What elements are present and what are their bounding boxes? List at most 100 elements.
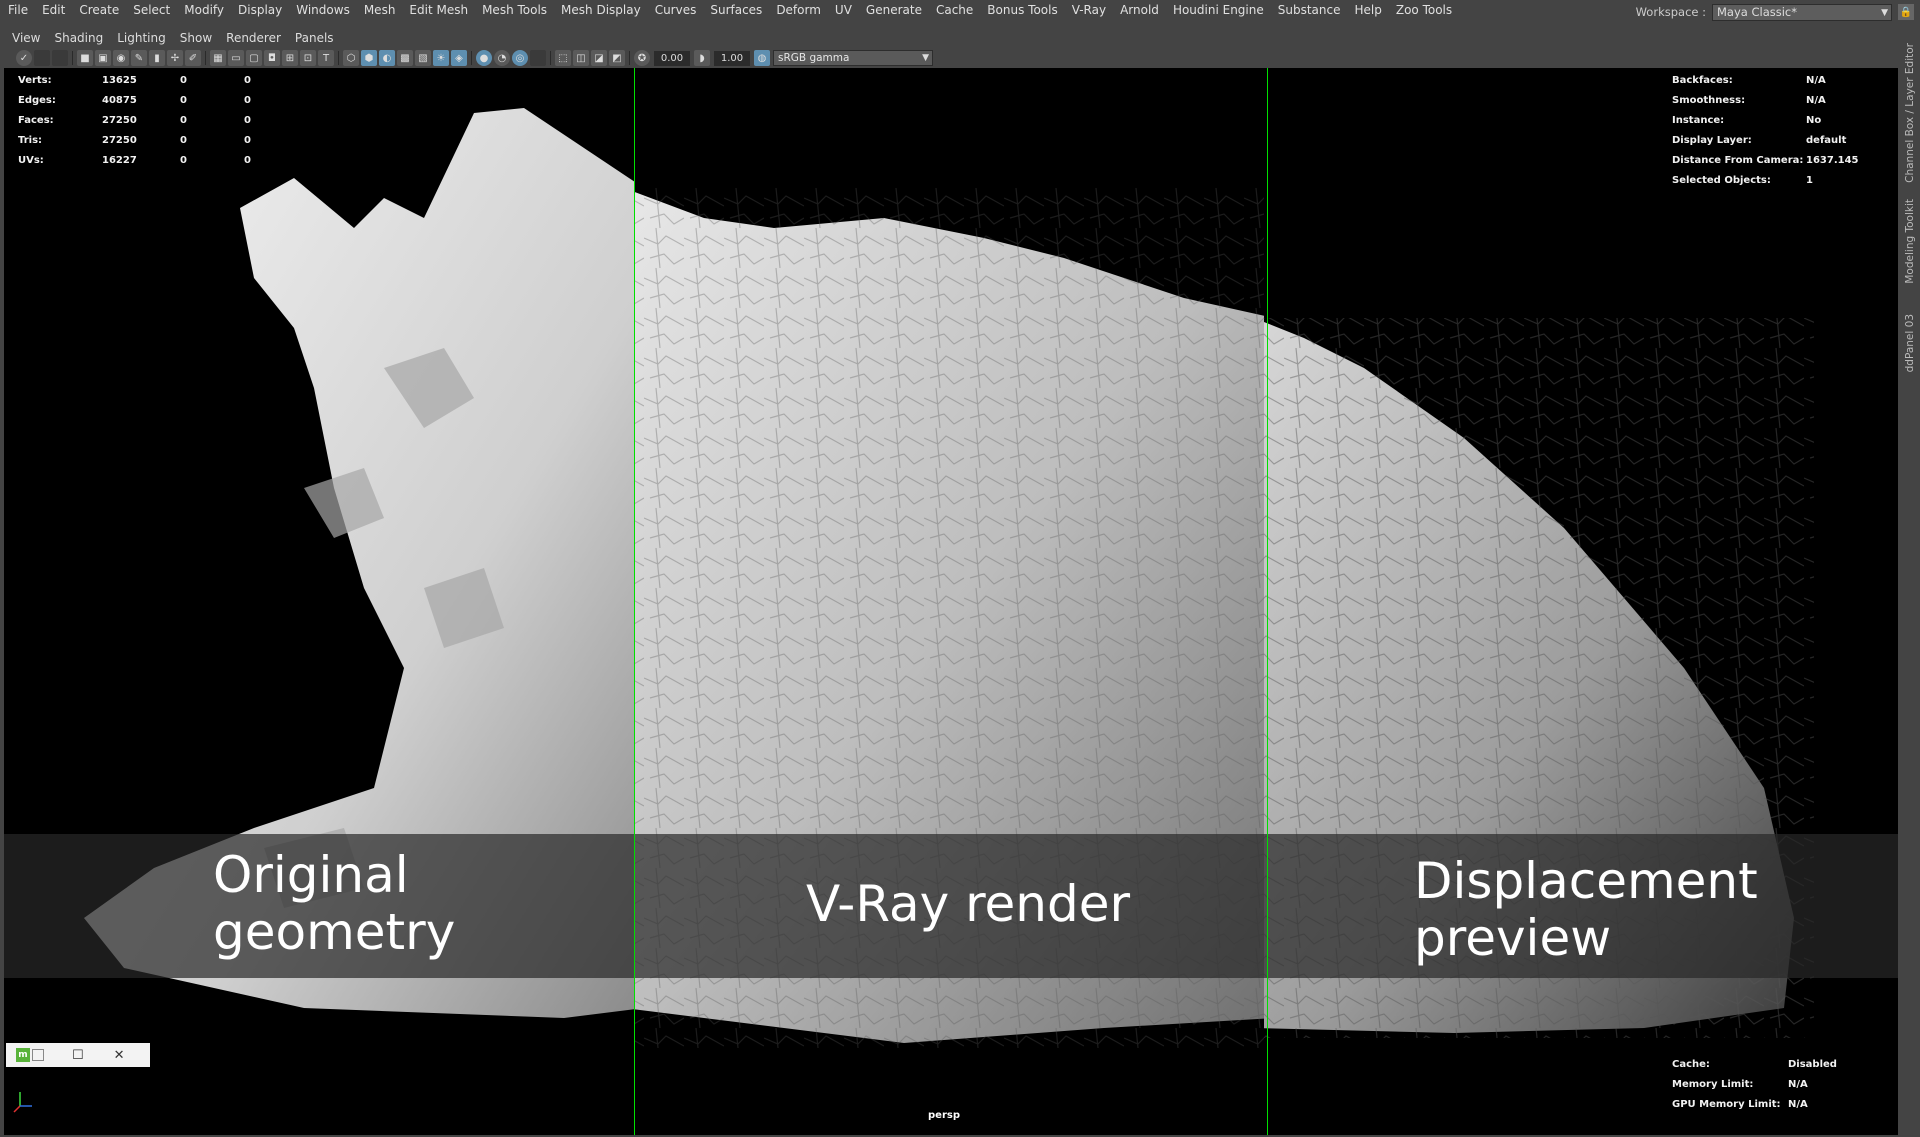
menu-select[interactable]: Select [126, 3, 177, 17]
menu-mesh-display[interactable]: Mesh Display [554, 3, 648, 17]
workspace-lock-icon[interactable]: 🔒 [1898, 4, 1914, 20]
field-chart-icon[interactable]: ⊞ [282, 50, 298, 66]
menu-generate[interactable]: Generate [859, 3, 929, 17]
menu-file[interactable]: File [0, 3, 35, 17]
hud-v1: 16227 [102, 154, 137, 166]
right-side-tabs: Channel Box / Layer Editor Modeling Tool… [1900, 20, 1920, 1137]
exposure-field[interactable]: 0.00 [654, 50, 690, 66]
screen-space-ao-icon[interactable]: ● [476, 50, 492, 66]
select-camera-icon[interactable]: ✓ [16, 50, 32, 66]
hud-value: N/A [1788, 1078, 1808, 1090]
menu-houdini-engine[interactable]: Houdini Engine [1166, 3, 1271, 17]
view-transform-icon[interactable]: ◍ [754, 50, 770, 66]
menu-zoo-tools[interactable]: Zoo Tools [1389, 3, 1459, 17]
caption-left-line2: geometry [213, 903, 456, 961]
menu-cache[interactable]: Cache [929, 3, 980, 17]
tab-modeling-toolkit[interactable]: Modeling Toolkit [1902, 196, 1918, 286]
menu-v-ray[interactable]: V-Ray [1065, 3, 1113, 17]
menu-help[interactable]: Help [1348, 3, 1389, 17]
separator [550, 51, 551, 65]
hud-label: Display Layer: [1672, 134, 1752, 146]
anti-aliasing-icon[interactable]: ◎ [512, 50, 528, 66]
menu-arnold[interactable]: Arnold [1113, 3, 1166, 17]
menu-curves[interactable]: Curves [648, 3, 704, 17]
menu-surfaces[interactable]: Surfaces [703, 3, 769, 17]
menu-modify[interactable]: Modify [177, 3, 231, 17]
menu-display[interactable]: Display [231, 3, 289, 17]
gamma-field[interactable]: 1.00 [714, 50, 750, 66]
panel-menu-renderer[interactable]: Renderer [219, 31, 288, 45]
menu-create[interactable]: Create [72, 3, 126, 17]
hud-row-selected-objects: Selected Objects: 1 [1672, 170, 1884, 190]
motion-blur-icon[interactable]: ◔ [494, 50, 510, 66]
panel-menu-view[interactable]: View [0, 31, 47, 45]
hud-v3: 0 [244, 134, 251, 146]
tab-ddpanel[interactable]: ddPanel 03 [1902, 308, 1918, 378]
wireframe-icon[interactable]: ⬡ [343, 50, 359, 66]
resolution-gate-icon[interactable]: ▢ [246, 50, 262, 66]
film-gate-icon[interactable]: ▭ [228, 50, 244, 66]
pencil-icon[interactable]: ✐ [185, 50, 201, 66]
panel-menu-shading[interactable]: Shading [47, 31, 110, 45]
bookmark-camera-icon[interactable]: ▮ [149, 50, 165, 66]
hud-value: N/A [1788, 1098, 1808, 1110]
menu-mesh[interactable]: Mesh [357, 3, 403, 17]
xray-components-icon[interactable]: ◩ [609, 50, 625, 66]
workspace-dropdown[interactable]: Maya Classic* ▼ [1712, 3, 1892, 21]
maximize-icon[interactable]: ☐ [72, 1048, 84, 1063]
isolate-select-icon[interactable]: ⬚ [555, 50, 571, 66]
smooth-shade-icon[interactable]: ⬢ [361, 50, 377, 66]
hud-v1: 27250 [102, 134, 137, 146]
lighting-icon[interactable]: ▧ [415, 50, 431, 66]
safe-action-icon[interactable]: ⊡ [300, 50, 316, 66]
menu-deform[interactable]: Deform [769, 3, 828, 17]
gamma-icon[interactable]: ◗ [694, 50, 710, 66]
workspace-label: Workspace : [1635, 5, 1706, 19]
menu-mesh-tools[interactable]: Mesh Tools [475, 3, 554, 17]
viewport-persp[interactable]: Verts: 13625 0 0 Edges: 40875 0 0 Faces: 27250 0 0 T… [4, 68, 1898, 1135]
textured-icon[interactable]: ▩ [397, 50, 413, 66]
image-plane-icon[interactable]: ▣ [95, 50, 111, 66]
menu-bonus-tools[interactable]: Bonus Tools [980, 3, 1064, 17]
menu-windows[interactable]: Windows [289, 3, 357, 17]
close-icon[interactable]: ✕ [114, 1048, 125, 1063]
menu-substance[interactable]: Substance [1271, 3, 1348, 17]
hud-row-backfaces: Backfaces: N/A [1672, 70, 1884, 90]
xray-icon[interactable]: ◫ [573, 50, 589, 66]
camera-lock-icon[interactable]: ◉ [113, 50, 129, 66]
menu-edit-mesh[interactable]: Edit Mesh [402, 3, 475, 17]
camera-attributes-icon[interactable] [34, 50, 50, 66]
gate-mask-icon[interactable]: ◘ [264, 50, 280, 66]
tab-modeling-toolkit-label: Modeling Toolkit [1904, 198, 1916, 284]
depth-of-field-icon[interactable] [530, 50, 546, 66]
wireframe-on-shaded-icon[interactable]: ◐ [379, 50, 395, 66]
hud-value: N/A [1806, 74, 1826, 86]
exposure-icon[interactable]: ✪ [634, 50, 650, 66]
hud-value: 1637.145 [1806, 154, 1859, 166]
menu-edit[interactable]: Edit [35, 3, 72, 17]
tab-ddpanel-label: ddPanel 03 [1904, 313, 1916, 373]
bookmark-icon[interactable] [52, 50, 68, 66]
hud-row-uvs: UVs: 16227 0 0 [18, 150, 308, 170]
tab-channel-box[interactable]: Channel Box / Layer Editor [1902, 38, 1918, 188]
panel-menu-show[interactable]: Show [173, 31, 219, 45]
axis-gizmo-icon [13, 1092, 32, 1113]
grease-pencil-icon[interactable]: ✎ [131, 50, 147, 66]
panel-menubar: View Shading Lighting Show Renderer Panels [0, 28, 1898, 48]
restore-icon[interactable] [32, 1049, 44, 1061]
hud-v3: 0 [244, 94, 251, 106]
safe-title-icon[interactable]: T [318, 50, 334, 66]
xray-joints-icon[interactable]: ◪ [591, 50, 607, 66]
panel-menu-lighting[interactable]: Lighting [110, 31, 173, 45]
grid-icon[interactable]: ▦ [210, 50, 226, 66]
shadows-icon[interactable]: ◈ [451, 50, 467, 66]
panel-menu-panels[interactable]: Panels [288, 31, 341, 45]
use-all-lights-icon[interactable]: ☀ [433, 50, 449, 66]
menu-uv[interactable]: UV [828, 3, 859, 17]
hud-label: GPU Memory Limit: [1672, 1098, 1781, 1110]
camera-icon[interactable]: ■ [77, 50, 93, 66]
color-space-dropdown[interactable]: sRGB gamma ▼ [773, 50, 933, 66]
hud-value: No [1806, 114, 1822, 126]
hud-v2: 0 [180, 154, 187, 166]
two-d-pan-icon[interactable]: ✢ [167, 50, 183, 66]
